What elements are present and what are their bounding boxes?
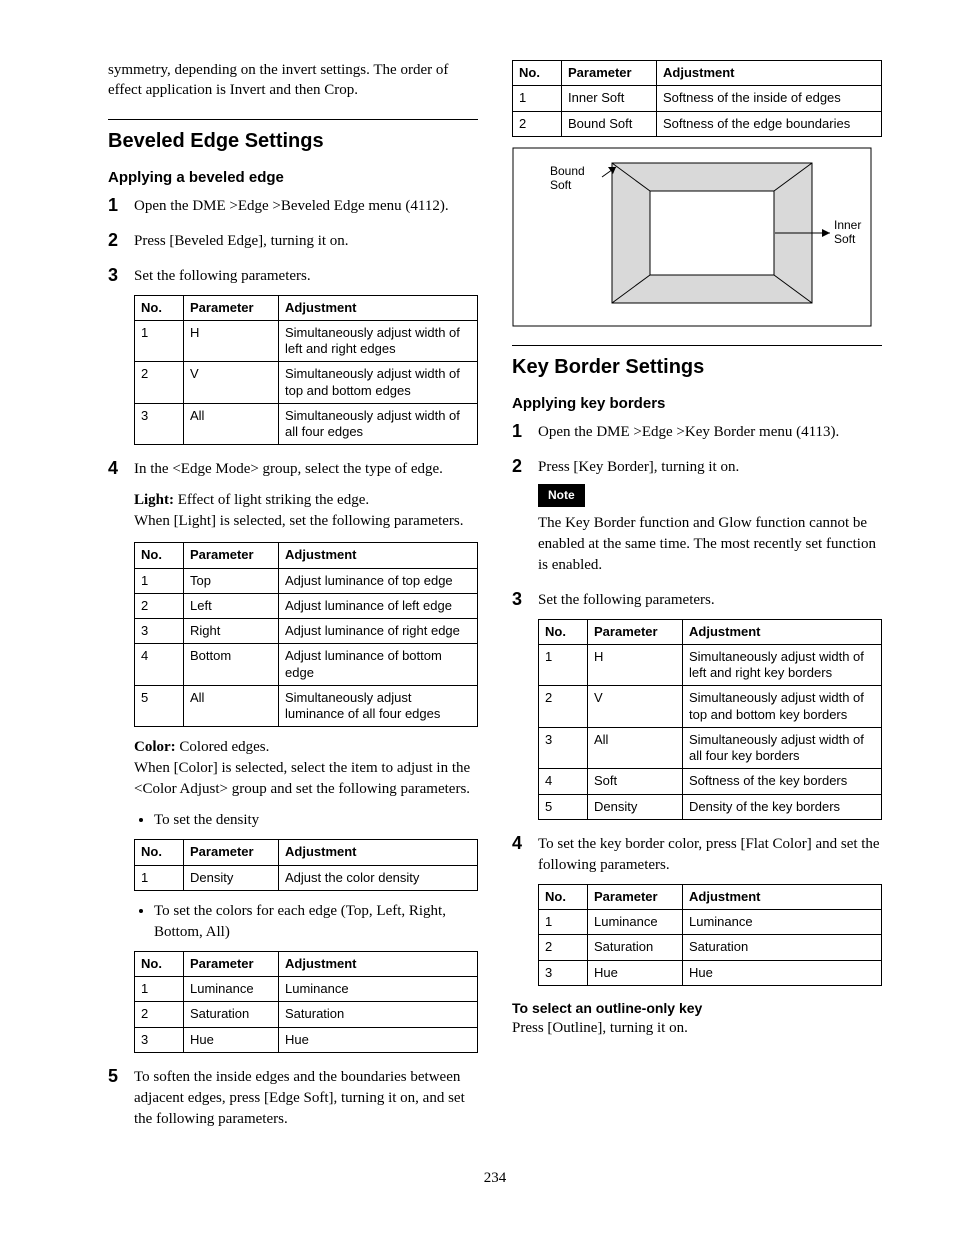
heading-key-border: Key Border Settings [512, 345, 882, 379]
table-row: 4BottomAdjust luminance of bottom edge [135, 644, 478, 686]
table-row: 1Inner SoftSoftness of the inside of edg… [513, 86, 882, 111]
table-row: 3HueHue [539, 960, 882, 985]
bullet-density: To set the density [154, 810, 478, 831]
heading-beveled-edge: Beveled Edge Settings [108, 119, 478, 153]
table-row: 3RightAdjust luminance of right edge [135, 619, 478, 644]
page-number: 234 [108, 1170, 882, 1187]
table-row: 1LuminanceLuminance [135, 977, 478, 1002]
outline-text: Press [Outline], turning it on. [512, 1018, 882, 1039]
svg-text:Bound: Bound [550, 164, 585, 178]
table-edge-soft: No. Parameter Adjustment 1Inner SoftSoft… [512, 60, 882, 137]
step-number: 1 [512, 419, 522, 444]
step-text: To soften the inside edges and the bound… [134, 1069, 465, 1127]
step-number: 2 [512, 454, 522, 479]
table-row: 4SoftSoftness of the key borders [539, 769, 882, 794]
table-bevel-width: No. Parameter Adjustment 1HSimultaneousl… [134, 295, 478, 446]
step-text: Press [Key Border], turning it on. [538, 459, 739, 475]
note-label: Note [538, 484, 585, 507]
step-number: 4 [108, 456, 118, 481]
table-row: 1LuminanceLuminance [539, 910, 882, 935]
table-colors: No. Parameter Adjustment 1LuminanceLumin… [134, 951, 478, 1053]
table-row: 1TopAdjust luminance of top edge [135, 568, 478, 593]
color-paragraph: Color: Colored edges. When [Color] is se… [134, 737, 478, 800]
step-text: To set the key border color, press [Flat… [538, 836, 880, 873]
step-number: 3 [512, 587, 522, 612]
table-row: 2Bound SoftSoftness of the edge boundari… [513, 111, 882, 136]
table-row: 2VSimultaneously adjust width of top and… [135, 362, 478, 404]
step-text: Set the following parameters. [134, 268, 311, 284]
table-row: 3HueHue [135, 1027, 478, 1052]
outline-subhead: To select an outline-only key [512, 1000, 882, 1016]
table-row: 2SaturationSaturation [135, 1002, 478, 1027]
step-text: Press [Beveled Edge], turning it on. [134, 233, 349, 249]
step-number: 1 [108, 193, 118, 218]
step-number: 3 [108, 263, 118, 288]
step-text: In the <Edge Mode> group, select the typ… [134, 461, 443, 477]
table-row: 1DensityAdjust the color density [135, 865, 478, 890]
light-paragraph: Light: Effect of light striking the edge… [134, 490, 478, 532]
note-text: The Key Border function and Glow functio… [538, 513, 882, 576]
table-row: 5DensityDensity of the key borders [539, 794, 882, 819]
step-number: 5 [108, 1064, 118, 1089]
subheading-applying-beveled: Applying a beveled edge [108, 169, 478, 186]
table-density: No. Parameter Adjustment 1DensityAdjust … [134, 839, 478, 891]
intro-text: symmetry, depending on the invert settin… [108, 60, 478, 101]
svg-text:Inner: Inner [834, 218, 861, 232]
table-row: 1HSimultaneously adjust width of left an… [539, 644, 882, 686]
table-row: 5AllSimultaneously adjust luminance of a… [135, 685, 478, 727]
table-row: 2LeftAdjust luminance of left edge [135, 593, 478, 618]
table-row: 1HSimultaneously adjust width of left an… [135, 320, 478, 362]
step-number: 4 [512, 831, 522, 856]
step-number: 2 [108, 228, 118, 253]
bullet-colors: To set the colors for each edge (Top, Le… [154, 901, 478, 943]
subheading-applying-key-borders: Applying key borders [512, 395, 882, 412]
th-no: No. [135, 295, 184, 320]
th-adj: Adjustment [279, 295, 478, 320]
table-row: 3AllSimultaneously adjust width of all f… [135, 403, 478, 445]
step-text: Set the following parameters. [538, 592, 715, 608]
table-light: No. Parameter Adjustment 1TopAdjust lumi… [134, 542, 478, 727]
table-key-border: No. Parameter Adjustment 1HSimultaneousl… [538, 619, 882, 820]
svg-text:Soft: Soft [550, 178, 572, 192]
svg-text:Soft: Soft [834, 232, 856, 246]
table-flat-color: No. Parameter Adjustment 1LuminanceLumin… [538, 884, 882, 986]
step-text: Open the DME >Edge >Key Border menu (411… [538, 424, 839, 440]
table-row: 3AllSimultaneously adjust width of all f… [539, 727, 882, 769]
table-row: 2SaturationSaturation [539, 935, 882, 960]
edge-soft-diagram: Bound Soft Inner Soft [512, 147, 872, 327]
step-text: Open the DME >Edge >Beveled Edge menu (4… [134, 198, 449, 214]
th-param: Parameter [184, 295, 279, 320]
table-row: 2VSimultaneously adjust width of top and… [539, 686, 882, 728]
